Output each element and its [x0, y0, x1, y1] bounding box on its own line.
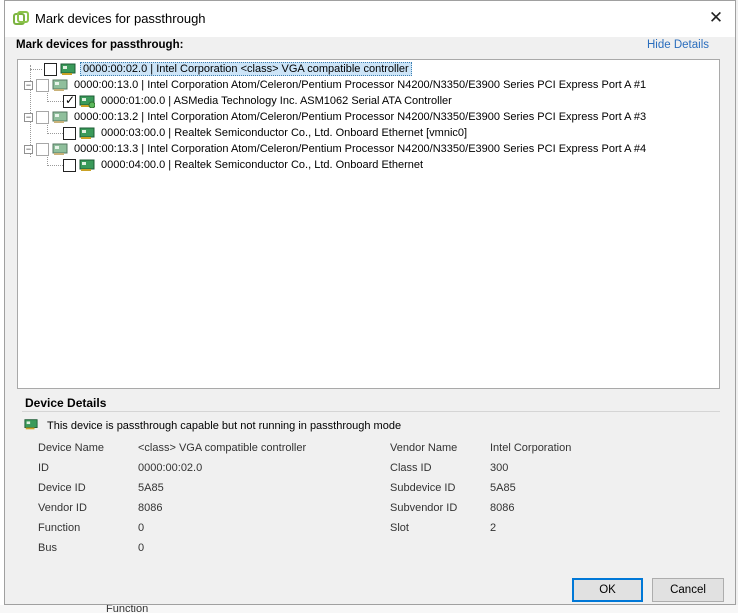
detail-label: Vendor Name [390, 442, 458, 454]
detail-label: Class ID [390, 462, 432, 474]
detail-label: Subvendor ID [390, 502, 458, 514]
window-title: Mark devices for passthrough [35, 11, 206, 26]
device-label: 0000:01:00.0 | ASMedia Technology Inc. A… [101, 95, 452, 107]
collapse-icon[interactable]: − [24, 80, 33, 90]
device-checkbox[interactable] [36, 78, 49, 92]
pci-card-icon [52, 111, 68, 123]
detail-value: 0000:00:02.0 [138, 462, 203, 474]
detail-value: 8086 [138, 502, 163, 514]
detail-value: <class> VGA compatible controller [138, 442, 307, 454]
detail-value: 8086 [490, 502, 515, 514]
pci-card-icon [52, 79, 68, 91]
detail-value: 2 [490, 522, 497, 534]
device-label: 0000:00:13.2 | Intel Corporation Atom/Ce… [74, 111, 647, 123]
device-checkbox[interactable] [44, 62, 57, 76]
hide-details-link[interactable]: Hide Details [647, 39, 709, 51]
pci-card-icon [60, 63, 76, 75]
detail-label: Device Name [38, 442, 105, 454]
device-label: 0000:00:13.0 | Intel Corporation Atom/Ce… [74, 79, 647, 91]
detail-value: Intel Corporation [490, 442, 572, 454]
pci-card-icon [52, 143, 68, 155]
cancel-button[interactable]: Cancel [652, 578, 724, 602]
detail-label: Function [38, 522, 81, 534]
ok-button[interactable]: OK [572, 578, 643, 602]
close-icon[interactable]: ✕ [707, 8, 725, 28]
tree-node[interactable]: 0000:03:00.0 | Realtek Semiconductor Co.… [63, 125, 469, 141]
detail-value: 5A85 [490, 482, 516, 494]
detail-label: ID [38, 462, 49, 474]
tree-line [47, 133, 63, 134]
divider [22, 411, 720, 412]
detail-label: Subdevice ID [390, 482, 456, 494]
device-label: 0000:00:13.3 | Intel Corporation Atom/Ce… [74, 143, 647, 155]
pci-card-icon [79, 127, 95, 139]
detail-label: Slot [390, 522, 409, 534]
device-checkbox[interactable] [63, 126, 76, 140]
detail-label: Bus [38, 542, 57, 554]
detail-label: Device ID [38, 482, 86, 494]
device-checkbox[interactable] [63, 158, 76, 172]
vsphere-icon [13, 11, 29, 25]
passthrough-dialog: Mark devices for passthrough ✕ Mark devi… [4, 0, 736, 605]
pci-card-icon [24, 419, 38, 430]
tree-line [30, 69, 42, 70]
tree-line [47, 101, 63, 102]
tree-node[interactable]: ✓ 0000:01:00.0 | ASMedia Technology Inc.… [63, 93, 454, 109]
device-label: 0000:00:02.0 | Intel Corporation <class>… [80, 62, 412, 76]
tree-node[interactable]: 0000:04:00.0 | Realtek Semiconductor Co.… [63, 157, 425, 173]
tree-section-label: Mark devices for passthrough: [16, 39, 184, 51]
detail-value: 0 [138, 522, 145, 534]
device-tree[interactable]: 0000:00:02.0 | Intel Corporation <class>… [17, 59, 720, 389]
tree-node[interactable]: − 0000:00:13.2 | Intel Corporation Atom/… [24, 109, 648, 125]
collapse-icon[interactable]: − [24, 112, 33, 122]
pci-card-icon [79, 95, 95, 108]
device-checkbox[interactable] [36, 110, 49, 124]
device-details-title: Device Details [25, 396, 107, 410]
tree-node[interactable]: − 0000:00:13.0 | Intel Corporation Atom/… [24, 77, 648, 93]
detail-value: 300 [490, 462, 509, 474]
device-label: 0000:04:00.0 | Realtek Semiconductor Co.… [101, 159, 424, 171]
detail-value: 0 [138, 542, 145, 554]
device-checkbox[interactable]: ✓ [63, 93, 76, 108]
background-app-text: Function [106, 604, 149, 613]
device-label: 0000:03:00.0 | Realtek Semiconductor Co.… [101, 127, 468, 139]
device-checkbox[interactable] [36, 142, 49, 156]
tree-line [47, 165, 63, 166]
tree-node[interactable]: 0000:00:02.0 | Intel Corporation <class>… [44, 61, 412, 77]
detail-value: 5A85 [138, 482, 164, 494]
tree-node[interactable]: − 0000:00:13.3 | Intel Corporation Atom/… [24, 141, 648, 157]
pci-card-icon [79, 159, 95, 171]
detail-label: Vendor ID [38, 502, 87, 514]
title-bar: Mark devices for passthrough ✕ [5, 1, 735, 37]
passthrough-status: This device is passthrough capable but n… [47, 420, 402, 432]
collapse-icon[interactable]: − [24, 144, 33, 154]
